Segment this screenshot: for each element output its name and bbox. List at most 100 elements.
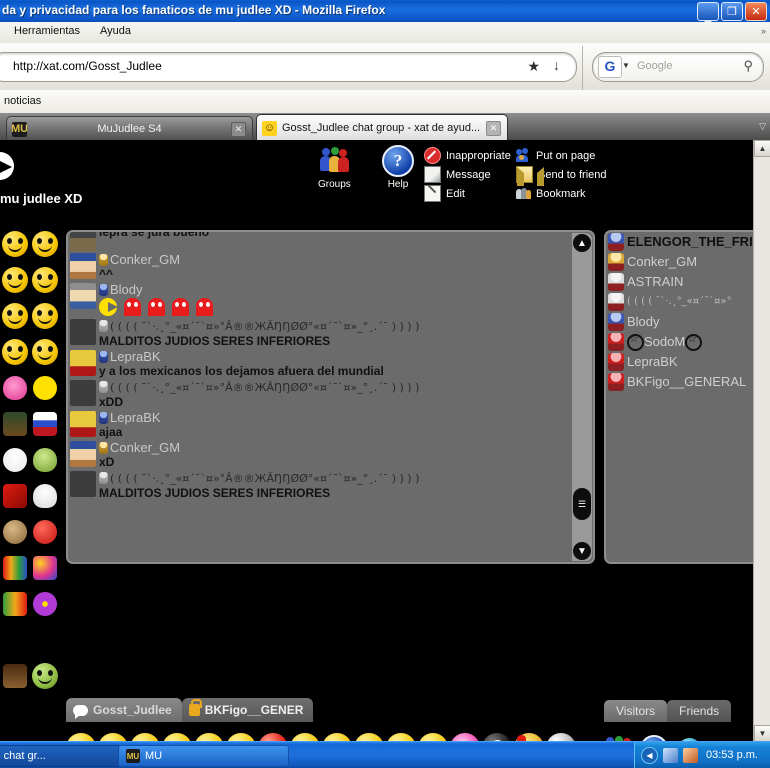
sound-icon[interactable] bbox=[683, 747, 698, 763]
rail-emoticon[interactable] bbox=[30, 587, 60, 621]
search-engine-icon[interactable]: G bbox=[598, 56, 622, 78]
chevron-down-icon[interactable]: ▼ bbox=[622, 61, 630, 70]
browser-tab-gosst-judlee[interactable]: ☺ Gosst_Judlee chat group - xat de ayud.… bbox=[256, 114, 508, 141]
menu-item-ayuda[interactable]: Ayuda bbox=[100, 25, 131, 37]
rail-emoticon[interactable] bbox=[30, 443, 60, 477]
rail-emoticon[interactable] bbox=[30, 263, 60, 297]
user-list-item[interactable]: BKFigo__GENERAL bbox=[606, 372, 766, 392]
rail-emoticon[interactable] bbox=[0, 263, 30, 297]
user-avatar-icon bbox=[608, 253, 624, 271]
rail-emoticon[interactable] bbox=[30, 515, 60, 549]
rail-spacer bbox=[0, 623, 30, 657]
rail-emoticon[interactable] bbox=[30, 695, 60, 696]
room-tab-gosst-judlee[interactable]: Gosst_Judlee bbox=[66, 698, 182, 722]
rail-pacman-icon[interactable] bbox=[30, 371, 60, 405]
search-bar[interactable]: G ▼ Google ⚲ bbox=[592, 52, 764, 82]
menu-item-herramientas[interactable]: Herramientas bbox=[14, 25, 80, 37]
author-name: ( ( ( ( ¯`·.¸°_«¤´¯`¤»°Â®®ЖĀŊŊØØ°«¤´¯`¤»… bbox=[110, 472, 420, 485]
rail-emoticon[interactable] bbox=[0, 335, 30, 369]
close-button[interactable]: ✕ bbox=[745, 2, 767, 21]
user-list-item[interactable]: Conker_GM bbox=[606, 252, 766, 272]
user-list-item[interactable]: Blody bbox=[606, 312, 766, 332]
restore-button[interactable]: ❐ bbox=[721, 2, 743, 21]
clock[interactable]: 03:53 p.m. bbox=[706, 749, 758, 761]
taskbar-button-mu[interactable]: MU MU bbox=[118, 745, 289, 767]
bookmark-star-icon[interactable]: ★ bbox=[527, 58, 540, 75]
chat-message: lepra se jura bueno bbox=[68, 232, 593, 252]
chat-message: ( ( ( ( ¯`·.¸°_«¤´¯`¤»°Â®®ЖĀŊŊØØ°«¤´¯`¤»… bbox=[68, 470, 593, 501]
search-icon[interactable]: ⚲ bbox=[743, 58, 753, 74]
user-list-item[interactable]: SodoM bbox=[606, 332, 766, 352]
rail-emoticon[interactable] bbox=[0, 515, 30, 549]
ghost-icon bbox=[124, 298, 141, 316]
avatar bbox=[70, 350, 96, 376]
user-name: ELENGOR_THE_FRI bbox=[627, 234, 753, 249]
tab-list-icon[interactable]: ▽ bbox=[759, 121, 766, 132]
rail-emoticon[interactable] bbox=[0, 227, 30, 261]
rail-emoticon[interactable] bbox=[30, 479, 60, 513]
tab-label: Gosst_Judlee chat group - xat de ayud... bbox=[282, 122, 481, 134]
rail-emoticon[interactable] bbox=[0, 299, 30, 333]
rail-emoticon[interactable] bbox=[30, 407, 60, 441]
menu-overflow-icon[interactable]: » bbox=[761, 26, 766, 36]
rail-emoticon[interactable] bbox=[30, 551, 60, 585]
chat-scrollbar[interactable]: ▲ ☰ ▼ bbox=[572, 233, 592, 561]
rail-emoticon[interactable] bbox=[0, 407, 30, 441]
url-input[interactable]: http://xat.com/Gosst_Judlee bbox=[13, 59, 162, 73]
chat-message-author: LepraBK bbox=[99, 411, 589, 425]
rail-emoticon[interactable] bbox=[30, 659, 60, 693]
user-list-panel[interactable]: ELENGOR_THE_FRI Conker_GM ASTRAIN ( ( ( … bbox=[604, 230, 768, 564]
room-tab-bkfigo[interactable]: BKFigo__GENER bbox=[181, 698, 314, 722]
rail-emoticon[interactable] bbox=[30, 335, 60, 369]
put-on-page-button[interactable]: Put on page bbox=[516, 146, 607, 165]
chat-message-text: ^^ bbox=[99, 267, 114, 281]
rail-emoticon[interactable] bbox=[0, 695, 30, 696]
rail-emoticon[interactable] bbox=[0, 551, 30, 585]
user-avatar-icon bbox=[608, 353, 624, 371]
user-list-item[interactable]: LepraBK bbox=[606, 352, 766, 372]
chat-room-tabs: Gosst_Judlee BKFigo__GENER bbox=[66, 698, 314, 722]
page-scroll-down-icon[interactable]: ▼ bbox=[754, 725, 770, 742]
user-list-item[interactable]: ( ( ( ( ¯`·.¸°_«¤´¯`¤»° bbox=[606, 292, 766, 312]
rail-emoticon[interactable] bbox=[30, 227, 60, 261]
help-button[interactable]: ? Help bbox=[382, 145, 414, 190]
groups-button[interactable]: Groups bbox=[318, 145, 351, 190]
inappropriate-button[interactable]: Inappropriate bbox=[424, 146, 511, 165]
browser-tab-mujudlee[interactable]: MU MuJudlee S4 ✕ bbox=[6, 116, 253, 141]
bookmark-button[interactable]: Bookmark bbox=[516, 184, 607, 203]
search-input[interactable]: Google bbox=[637, 60, 672, 72]
scroll-up-icon[interactable]: ▲ bbox=[573, 234, 591, 252]
user-list-item[interactable]: ELENGOR_THE_FRI bbox=[606, 232, 766, 252]
rail-emoticon[interactable] bbox=[0, 479, 30, 513]
page-scrollbar[interactable]: ▲ ▼ bbox=[753, 140, 770, 742]
rail-emoticon[interactable] bbox=[30, 299, 60, 333]
tab-visitors[interactable]: Visitors bbox=[604, 700, 668, 722]
tray-expand-icon[interactable]: ◀ bbox=[641, 746, 658, 764]
tab-close-icon[interactable]: ✕ bbox=[231, 121, 246, 137]
chat-message: Conker_GM ^^ bbox=[68, 252, 593, 282]
rail-emoticon[interactable] bbox=[0, 371, 30, 405]
network-icon[interactable] bbox=[663, 747, 678, 763]
bookmark-noticias[interactable]: noticias bbox=[4, 95, 41, 107]
ghost-icon bbox=[148, 298, 165, 316]
minimize-button[interactable]: _ bbox=[697, 2, 719, 22]
tab-friends[interactable]: Friends bbox=[667, 700, 732, 722]
tab-close-icon[interactable]: ✕ bbox=[486, 120, 501, 136]
rail-emoticon[interactable] bbox=[0, 659, 30, 693]
page-scroll-up-icon[interactable]: ▲ bbox=[754, 140, 770, 157]
pentagram-icon bbox=[685, 332, 703, 351]
user-badge-icon bbox=[99, 351, 108, 363]
chat-message-list[interactable]: lepra se jura bueno Conker_GM ^^ Blody (… bbox=[66, 230, 595, 564]
scroll-down-icon[interactable]: ▼ bbox=[573, 542, 591, 560]
scroll-thumb[interactable]: ☰ bbox=[573, 488, 591, 520]
rail-emoticon[interactable] bbox=[0, 587, 30, 621]
user-list-item[interactable]: ASTRAIN bbox=[606, 272, 766, 292]
message-button[interactable]: Message bbox=[424, 165, 511, 184]
send-to-friend-button[interactable]: Send to friend bbox=[516, 165, 607, 186]
rail-emoticon[interactable] bbox=[0, 443, 30, 477]
chat-message-author: LepraBK bbox=[99, 350, 589, 364]
chat-message: LepraBK ajaa bbox=[68, 410, 593, 440]
go-arrow-icon[interactable]: ↓ bbox=[553, 57, 560, 73]
edit-button[interactable]: Edit bbox=[424, 184, 511, 203]
url-bar[interactable]: http://xat.com/Gosst_Judlee ★ ↓ bbox=[0, 52, 577, 82]
